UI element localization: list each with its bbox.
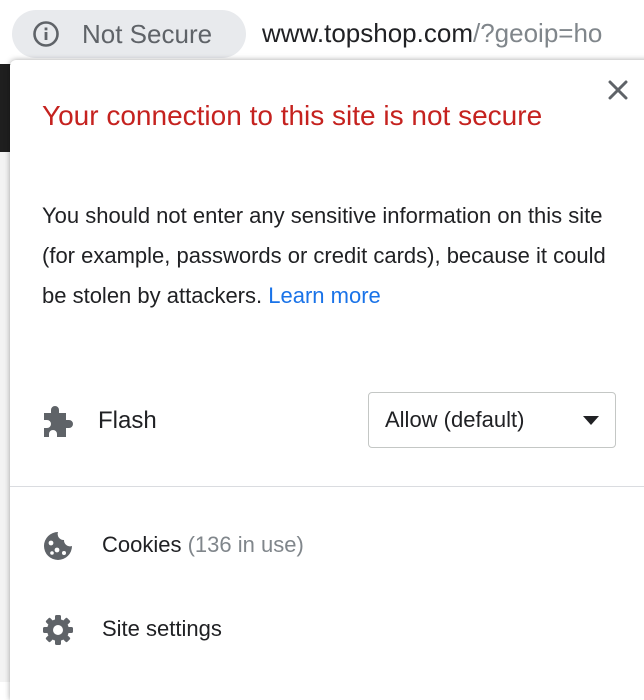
gear-icon [42,614,76,648]
url-host: www.topshop.com [262,18,473,48]
dropdown-caret-icon [583,415,599,425]
flash-label: Flash [98,407,157,434]
flash-permission-select[interactable]: Allow (default) [368,392,616,448]
site-settings-row[interactable]: Site settings [42,604,632,654]
close-icon [608,80,628,105]
cookies-count: (136 in use) [187,532,304,557]
info-icon [32,20,60,48]
popup-title: Your connection to this site is not secu… [42,100,543,131]
omnibox: Not Secure www.topshop.com/?geoip=ho [0,0,644,64]
cookies-label: Cookies (136 in use) [102,528,304,562]
security-chip[interactable]: Not Secure [12,10,246,58]
cookies-text: Cookies [102,532,182,557]
security-label: Not Secure [82,18,213,49]
learn-more-link[interactable]: Learn more [268,283,381,308]
url-text[interactable]: www.topshop.com/?geoip=ho [262,18,602,49]
flash-select-value: Allow (default) [385,407,525,432]
divider [10,486,644,487]
close-button[interactable] [596,80,640,104]
cookie-icon [42,530,76,564]
site-settings-label: Site settings [102,616,222,641]
puzzle-piece-icon [42,405,74,439]
flash-permission-row: Flash Allow (default) [42,392,618,450]
cookies-row[interactable]: Cookies (136 in use) [42,520,632,570]
security-description: You should not enter any sensitive infor… [42,196,614,316]
url-path: /?geoip=ho [472,18,603,48]
